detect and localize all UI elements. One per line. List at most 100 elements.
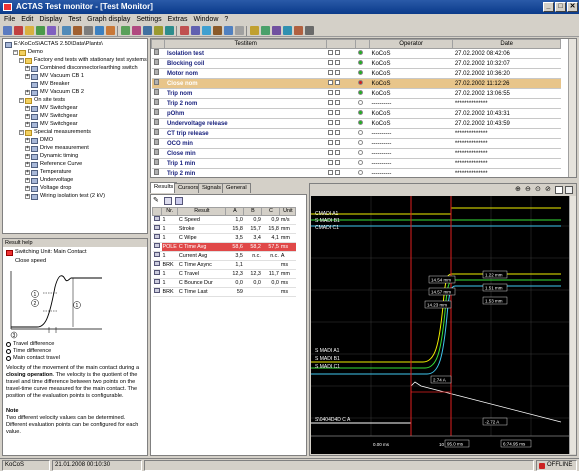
expand-icon[interactable]: + — [25, 74, 30, 79]
print-icon[interactable] — [36, 26, 45, 35]
tree-item[interactable]: + Combined disconnector/earthing switch — [25, 65, 138, 72]
menu-file[interactable]: File — [0, 14, 18, 25]
zoom-in-icon[interactable]: ⊕ — [515, 186, 523, 194]
row-select[interactable] — [326, 68, 356, 79]
graph-scrollbar[interactable] — [569, 196, 576, 454]
zoom-icon[interactable] — [294, 26, 303, 35]
tree-item[interactable]: + MV Switchgear — [25, 113, 78, 120]
table-row[interactable]: Close min ---------- ************** — [151, 148, 561, 159]
checkbox[interactable] — [328, 90, 334, 96]
result-row[interactable]: 1C Speed 1,0 0,9 0,9 m/s — [152, 215, 296, 226]
tree-item[interactable]: + DMO — [25, 137, 53, 144]
tree-item[interactable]: + Undervoltage — [25, 177, 73, 184]
row-select[interactable] — [326, 128, 356, 139]
checkbox[interactable] — [328, 130, 334, 136]
result-row[interactable]: 1 Current Avg 3,5 n.c. n.c. A — [152, 251, 296, 262]
checkbox[interactable] — [328, 60, 334, 66]
paste-icon[interactable] — [73, 26, 82, 35]
tree-item[interactable]: + Voltage drop — [25, 185, 71, 192]
table-row[interactable]: Isolation test KoCoS 27.02.2002 08:42:06 — [151, 48, 561, 59]
result-row[interactable]: 1C Bounce Dur 0,0 0,0 0,0 ms — [152, 278, 296, 289]
checkbox[interactable] — [335, 170, 341, 176]
expand-icon[interactable]: − — [19, 58, 24, 63]
checkbox[interactable] — [328, 160, 334, 166]
checkbox[interactable] — [328, 80, 334, 86]
tab-signals[interactable]: Signals — [198, 183, 226, 193]
checkbox[interactable] — [328, 140, 334, 146]
run-icon[interactable] — [106, 26, 115, 35]
row-select[interactable] — [326, 138, 356, 149]
checkbox[interactable] — [335, 90, 341, 96]
config-icon[interactable] — [132, 26, 141, 35]
checkbox[interactable] — [328, 120, 334, 126]
checkbox[interactable] — [328, 70, 334, 76]
table-row[interactable]: Trip 1 min ---------- ************** — [151, 158, 561, 169]
import-icon[interactable] — [180, 26, 189, 35]
filter-icon[interactable] — [165, 26, 174, 35]
export-icon[interactable] — [191, 26, 200, 35]
save-icon[interactable] — [25, 26, 34, 35]
checkbox[interactable] — [335, 110, 341, 116]
col-operator[interactable]: Operator — [368, 39, 454, 49]
result-row[interactable]: BRK C Time Async 1,1 ms — [152, 260, 296, 271]
row-select[interactable] — [326, 118, 356, 129]
menu-window[interactable]: Window — [190, 14, 221, 25]
close-button[interactable]: ✕ — [567, 2, 578, 12]
col-testitem[interactable]: Testitem — [164, 39, 327, 49]
table-row[interactable]: Blocking coil KoCoS 27.02.2002 10:32:07 — [151, 58, 561, 69]
maximize-button[interactable]: □ — [555, 2, 566, 12]
checkbox[interactable] — [335, 50, 341, 56]
record-icon[interactable] — [261, 26, 270, 35]
expand-icon[interactable]: + — [25, 162, 30, 167]
new-icon[interactable] — [3, 26, 12, 35]
layout-icon[interactable] — [565, 186, 573, 194]
table-row[interactable]: Trip 2 min ---------- ************** — [151, 168, 561, 177]
result-row[interactable]: 1C Travel 12,3 12,3 11,7 mm — [152, 269, 296, 280]
copy-icon[interactable] — [62, 26, 71, 35]
row-select[interactable] — [326, 158, 356, 169]
open-icon[interactable] — [14, 26, 23, 35]
test-table-scrollbar[interactable] — [568, 39, 576, 177]
row-select[interactable] — [326, 168, 356, 177]
info-icon[interactable] — [305, 26, 314, 35]
tree-item[interactable]: − Special measurements — [19, 129, 91, 136]
tree-item[interactable]: + Temperature — [25, 169, 71, 176]
checkbox[interactable] — [335, 60, 341, 66]
menu-help[interactable]: ? — [221, 14, 231, 25]
menu-test[interactable]: Test — [65, 14, 84, 25]
row-select[interactable] — [326, 48, 356, 59]
tree-item[interactable]: + MV Vacuum CB 2 — [25, 89, 84, 96]
checkbox[interactable] — [335, 150, 341, 156]
row-select[interactable] — [326, 108, 356, 119]
menu-extras[interactable]: Extras — [165, 14, 191, 25]
checkbox[interactable] — [328, 110, 334, 116]
checkbox[interactable] — [335, 140, 341, 146]
tree-root[interactable]: E:\KoCoS\ACTAS 2.50\Data\Plants\ — [5, 41, 103, 48]
table-row[interactable]: Close nom KoCoS 27.02.2002 11:12:26 — [151, 78, 561, 89]
row-select[interactable] — [326, 148, 356, 159]
grid-icon[interactable] — [555, 186, 563, 194]
zoom-select-icon[interactable]: ⊘ — [545, 186, 553, 194]
expand-icon[interactable]: + — [25, 122, 30, 127]
expand-icon[interactable]: − — [19, 98, 24, 103]
close-graph-icon[interactable]: ✕ — [575, 186, 576, 194]
expand-icon[interactable]: + — [25, 146, 30, 151]
edit-icon[interactable]: ✎ — [153, 197, 161, 205]
expand-icon[interactable]: + — [25, 106, 30, 111]
menu-edit[interactable]: Edit — [18, 14, 36, 25]
tree-item[interactable]: + Dynamic timing — [25, 153, 78, 160]
table-row[interactable]: Trip nom KoCoS 27.02.2002 13:06:55 — [151, 88, 561, 99]
stop-icon[interactable] — [121, 26, 130, 35]
result-row[interactable]: 1C Wipe 3,5 3,4 4,1 mm — [152, 233, 296, 244]
expand-icon[interactable]: + — [25, 66, 30, 71]
cut-icon[interactable] — [47, 26, 56, 35]
checkbox[interactable] — [335, 100, 341, 106]
tree-item[interactable]: + MV Switchgear — [25, 105, 78, 112]
table-row[interactable]: Undervoltage release KoCoS 27.02.2002 10:4… — [151, 118, 561, 129]
tree-item[interactable]: + MV Vacuum CB 1 — [25, 73, 84, 80]
tree-item[interactable]: − On site tests — [19, 97, 65, 104]
checkbox[interactable] — [328, 170, 334, 176]
checkbox[interactable] — [328, 150, 334, 156]
play-icon[interactable] — [272, 26, 281, 35]
result-row[interactable]: 1 Stroke 15,8 15,7 15,8 mm — [152, 224, 296, 235]
